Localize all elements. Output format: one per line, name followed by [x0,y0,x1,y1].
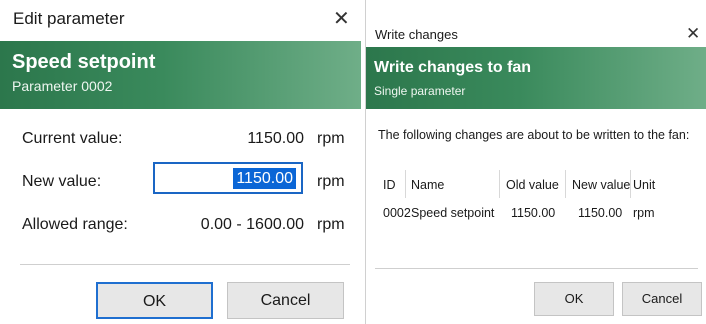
header-title: Speed setpoint [12,51,156,73]
column-header-id[interactable]: ID [383,178,396,192]
new-value-unit: rpm [317,173,345,190]
allowed-range-unit: rpm [317,216,345,233]
new-value-text[interactable]: 1150.00 [233,168,296,189]
divider [375,268,698,269]
column-divider [565,170,566,198]
write-changes-dialog: Write changes ✕ Write changes to fan Sin… [365,0,706,324]
ok-button[interactable]: OK [96,282,213,319]
column-header-old-value[interactable]: Old value [506,178,559,192]
allowed-range-value: 0.00 - 1600.00 [200,216,304,233]
cell-unit: rpm [633,206,655,220]
allowed-range-label: Allowed range: [22,216,128,233]
header-subtitle: Single parameter [374,84,466,98]
current-value-label: Current value: [22,130,123,147]
current-unit: rpm [317,130,345,147]
column-divider [499,170,500,198]
column-header-name[interactable]: Name [411,178,444,192]
edit-parameter-dialog: Edit parameter ✕ Speed setpoint Paramete… [0,0,361,324]
dialog-header: Write changes to fan Single parameter [366,47,706,109]
ok-button[interactable]: OK [534,282,614,316]
column-divider [405,170,406,198]
changes-table: ID Name Old value New value Unit 0002 Sp… [375,170,698,226]
dialog-header: Speed setpoint Parameter 0002 [0,41,361,109]
cell-old-value: 1150.00 [511,206,556,220]
intro-text: The following changes are about to be wr… [378,128,690,142]
header-subtitle: Parameter 0002 [12,78,113,94]
cell-id: 0002 [383,206,411,220]
cancel-button[interactable]: Cancel [227,282,344,319]
cell-new-value: 1150.00 [578,206,623,220]
cell-name: Speed setpoint [411,206,495,220]
divider [20,264,350,265]
column-divider [630,170,631,198]
current-value: 1150.00 [247,130,304,147]
dialog-title: Edit parameter [13,9,125,28]
header-title: Write changes to fan [374,59,532,76]
dialog-title: Write changes [375,27,458,42]
close-icon[interactable]: ✕ [333,6,350,31]
cancel-button[interactable]: Cancel [622,282,702,316]
new-value-input[interactable]: 1150.00 [153,162,303,194]
column-header-new-value[interactable]: New value [572,178,630,192]
column-header-unit[interactable]: Unit [633,178,655,192]
new-value-label: New value: [22,173,102,190]
close-icon[interactable]: ✕ [686,24,700,44]
